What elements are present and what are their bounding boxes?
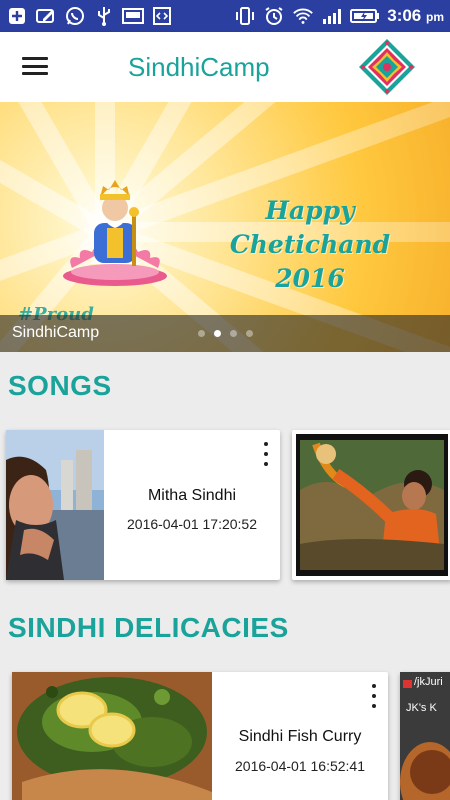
- app-title: SindhiCamp: [128, 52, 270, 82]
- more-options-icon[interactable]: [262, 442, 270, 466]
- song-card[interactable]: Mitha Sindhi 2016-04-01 17:20:52: [6, 430, 280, 580]
- whatsapp-icon: [64, 6, 86, 26]
- banner-caption: SindhiCamp: [12, 324, 100, 341]
- sindhicamp-logo-icon[interactable]: [358, 38, 416, 96]
- song-card-body: Mitha Sindhi 2016-04-01 17:20:52: [104, 430, 280, 580]
- hamburger-menu-icon[interactable]: [22, 54, 48, 78]
- clock-time: 3:06: [387, 6, 422, 25]
- carousel-dot-active[interactable]: [214, 330, 221, 337]
- song-card[interactable]: [292, 430, 450, 580]
- delicacy-date: 2016-04-01 16:52:41: [235, 758, 365, 774]
- song-title: Mitha Sindhi: [147, 487, 237, 504]
- app-bar: SindhiCamp: [0, 32, 450, 102]
- banner-headline: Happy Chetichand 2016: [190, 194, 430, 296]
- song-thumbnail[interactable]: [296, 434, 448, 576]
- status-bar: 3:06 pm: [0, 0, 450, 32]
- plus-box-icon: [6, 6, 28, 26]
- banner-headline-line1: Happy Chetichand: [229, 196, 391, 259]
- banner-headline-line2: 2016: [275, 264, 345, 293]
- system-icons: 3:06 pm: [234, 6, 444, 26]
- alarm-icon: [263, 6, 285, 26]
- delicacy-thumbnail[interactable]: [12, 672, 212, 800]
- delicacy-title: Sindhi Fish Curry: [238, 728, 362, 745]
- songs-row[interactable]: Mitha Sindhi 2016-04-01 17:20:52: [0, 420, 450, 588]
- carousel-dot[interactable]: [198, 330, 205, 337]
- wifi-icon: [292, 6, 314, 26]
- usb-icon: [93, 6, 115, 26]
- banner-caption-bar: SindhiCamp: [0, 315, 450, 352]
- delicacy-card[interactable]: Sindhi Fish Curry 2016-04-01 16:52:41: [12, 672, 388, 800]
- signal-icon: [321, 6, 343, 26]
- song-thumbnail[interactable]: [6, 430, 104, 580]
- carousel-indicator: [198, 330, 253, 337]
- notification-icons: [6, 6, 173, 26]
- song-date: 2016-04-01 17:20:52: [127, 516, 257, 532]
- clock-ampm: pm: [426, 10, 444, 24]
- edit-icon: [35, 6, 57, 26]
- carousel-dot[interactable]: [246, 330, 253, 337]
- screenshot-icon: [122, 6, 144, 26]
- code-icon: [151, 6, 173, 26]
- carousel-dot[interactable]: [230, 330, 237, 337]
- deity-illustration: [63, 180, 167, 286]
- delicacy-card[interactable]: /jkJuri JK's K: [400, 672, 450, 800]
- delicacy-thumbnail[interactable]: /jkJuri JK's K: [400, 672, 450, 800]
- banner-carousel[interactable]: Happy Chetichand 2016 #Proud SindhiCamp: [0, 102, 450, 352]
- clock: 3:06 pm: [387, 6, 444, 26]
- section-title-songs: SONGS: [8, 370, 112, 401]
- vibrate-icon: [234, 6, 256, 26]
- section-title-delicacies: SINDHI DELICACIES: [8, 612, 289, 643]
- delicacy-card-body: Sindhi Fish Curry 2016-04-01 16:52:41: [212, 672, 388, 800]
- delicacies-row[interactable]: Sindhi Fish Curry 2016-04-01 16:52:41 /j…: [0, 662, 450, 800]
- battery-icon: [350, 6, 380, 26]
- more-options-icon[interactable]: [370, 684, 378, 708]
